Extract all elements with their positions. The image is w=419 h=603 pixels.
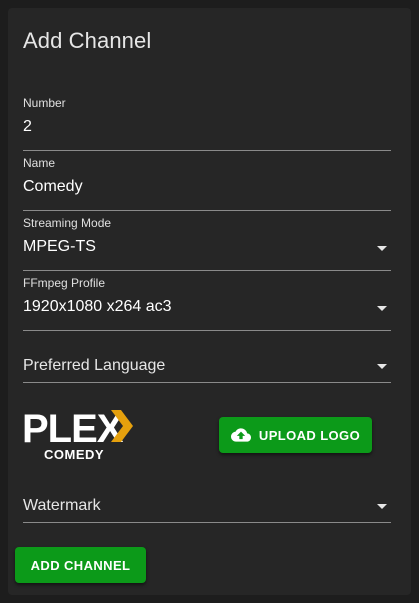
name-label: Name (23, 156, 56, 170)
add-channel-label: ADD CHANNEL (30, 557, 131, 573)
name-value[interactable]: Comedy (23, 178, 83, 196)
plex-wordmark: PLEX (22, 407, 124, 451)
watermark-placeholder: Watermark (23, 497, 101, 514)
number-label: Number (23, 96, 66, 110)
preferred-language-placeholder: Preferred Language (23, 357, 166, 374)
add-channel-button[interactable]: ADD CHANNEL (15, 547, 146, 583)
dropdown-caret-icon[interactable] (377, 246, 387, 251)
preferred-language-select[interactable]: Preferred Language (23, 348, 391, 383)
dialog-title: Add Channel (23, 28, 152, 53)
streaming-mode-select[interactable]: Streaming Mode MPEG-TS (23, 216, 391, 271)
ffmpeg-profile-label: FFmpeg Profile (23, 276, 106, 290)
number-field[interactable]: Number 2 (23, 96, 391, 151)
channel-logo: PLEX COMEDY (22, 404, 134, 462)
dropdown-caret-icon[interactable] (377, 306, 387, 311)
number-value[interactable]: 2 (23, 118, 32, 136)
name-field[interactable]: Name Comedy (23, 156, 391, 211)
upload-logo-label: UPLOAD LOGO (258, 427, 361, 443)
dropdown-caret-icon[interactable] (377, 364, 387, 369)
cloud-upload-icon (230, 428, 251, 442)
watermark-select[interactable]: Watermark (23, 488, 391, 523)
add-channel-dialog: Add Channel Number 2 Name Comedy Streami… (8, 8, 411, 595)
upload-logo-button[interactable]: UPLOAD LOGO (219, 417, 372, 453)
streaming-mode-label: Streaming Mode (23, 216, 112, 230)
logo-subtitle: COMEDY (44, 447, 104, 460)
dropdown-caret-icon[interactable] (377, 504, 387, 509)
streaming-mode-value: MPEG-TS (23, 238, 96, 255)
ffmpeg-profile-value: 1920x1080 x264 ac3 (23, 298, 172, 315)
ffmpeg-profile-select[interactable]: FFmpeg Profile 1920x1080 x264 ac3 (23, 276, 391, 331)
